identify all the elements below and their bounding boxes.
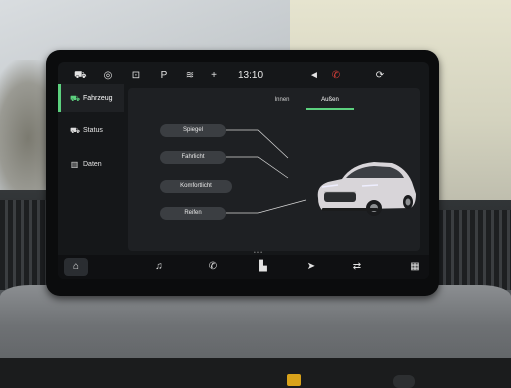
vehicle-settings-panel: Innen Außen Spiegel Fahrlicht Komfortlic… bbox=[128, 88, 420, 251]
connector-spiegel bbox=[226, 129, 289, 159]
tab-aussen[interactable]: Außen bbox=[306, 92, 354, 110]
parking-icon[interactable]: P bbox=[158, 70, 170, 82]
connector-reifen bbox=[226, 199, 307, 214]
connector-fahrlicht bbox=[226, 156, 289, 179]
data-icon: ▥ bbox=[70, 159, 79, 169]
volume-knob bbox=[393, 375, 415, 388]
sidebar: ⛟ Fahrzeug ⛟ Status ▥ Daten bbox=[58, 84, 124, 259]
menu-grid-icon[interactable]: ▦ bbox=[408, 260, 422, 274]
status-icon: ⛟ bbox=[70, 125, 81, 135]
car-icon: ⛟ bbox=[70, 93, 81, 103]
navigation-icon[interactable]: ➤ bbox=[304, 260, 318, 274]
sync-icon[interactable]: ⟳ bbox=[374, 70, 386, 82]
tab-innen[interactable]: Innen bbox=[258, 92, 306, 108]
sidebar-item-label: Fahrzeug bbox=[83, 94, 113, 102]
climate-icon[interactable]: ≋ bbox=[184, 70, 196, 82]
speaker-icon[interactable]: ◄ bbox=[308, 70, 320, 82]
sidebar-item-label: Daten bbox=[83, 160, 102, 168]
plus-icon[interactable]: + bbox=[208, 70, 220, 82]
circle-badge-icon[interactable]: ◎ bbox=[102, 70, 114, 82]
option-spiegel-button[interactable]: Spiegel bbox=[160, 124, 226, 137]
tab-bar: Innen Außen bbox=[258, 92, 354, 110]
camera-icon[interactable]: ⊡ bbox=[130, 70, 142, 82]
apps-icon[interactable]: ▙ bbox=[256, 260, 270, 274]
sidebar-item-label: Status bbox=[83, 126, 103, 134]
option-reifen-button[interactable]: Reifen bbox=[160, 207, 226, 220]
sidebar-item-status[interactable]: ⛟ Status bbox=[58, 116, 124, 144]
option-fahrlicht-button[interactable]: Fahrlicht bbox=[160, 151, 226, 164]
car-icon[interactable]: ⛟ bbox=[74, 70, 87, 82]
car-image bbox=[317, 162, 416, 216]
clock: 13:10 bbox=[238, 70, 264, 81]
sidebar-item-daten[interactable]: ▥ Daten bbox=[58, 150, 124, 178]
phone-icon[interactable]: ✆ bbox=[206, 260, 220, 274]
right-air-vent bbox=[430, 210, 511, 290]
music-icon[interactable]: ♫ bbox=[152, 260, 166, 274]
connectivity-icon[interactable]: ⇄ bbox=[350, 260, 364, 274]
hazard-button bbox=[287, 374, 301, 386]
infotainment-screen: ⛟ ◎ ⊡ P ≋ + 13:10 ◄ ✆ ⟳ ⛟ Fahrzeug ⛟ Sta… bbox=[58, 62, 429, 279]
bottom-dock: ⌂ ♫ ✆ ▙ ➤ ⇄ ▦ bbox=[58, 255, 429, 279]
sidebar-item-fahrzeug[interactable]: ⛟ Fahrzeug bbox=[58, 84, 124, 112]
phone-muted-icon[interactable]: ✆ bbox=[330, 70, 342, 82]
option-komfortlicht-button[interactable]: Komfortlicht bbox=[160, 180, 232, 193]
home-icon[interactable]: ⌂ bbox=[69, 260, 83, 274]
dashboard-lower bbox=[0, 358, 511, 388]
